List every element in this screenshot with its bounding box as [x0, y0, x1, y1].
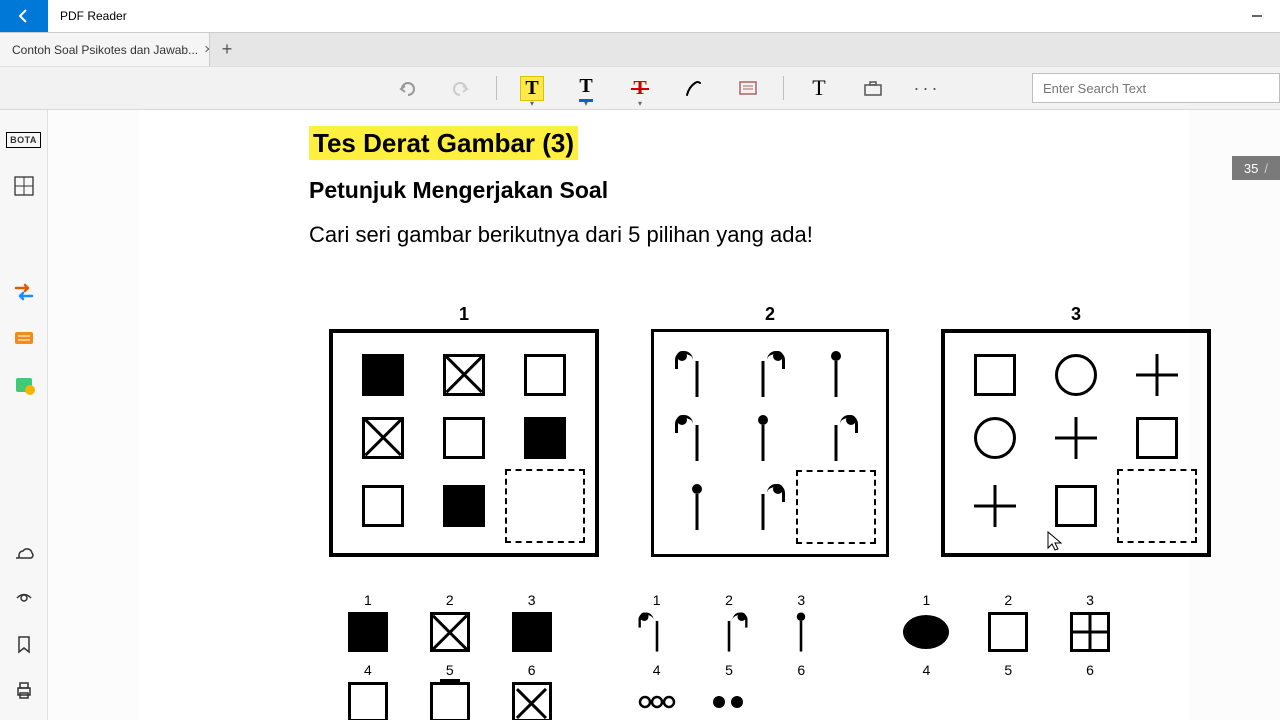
- search-input[interactable]: [1032, 73, 1280, 103]
- strikethrough-button[interactable]: T ▾: [617, 70, 663, 106]
- view-icon[interactable]: [8, 582, 40, 614]
- cloud-icon[interactable]: [8, 536, 40, 568]
- page-title: Tes Derat Gambar (3): [309, 126, 578, 160]
- ink-button[interactable]: [671, 70, 717, 106]
- toolbar-separator: [496, 76, 497, 100]
- undo-button[interactable]: [384, 70, 430, 106]
- tab-label: Contoh Soal Psikotes dan Jawab...: [12, 43, 198, 57]
- more-button[interactable]: ···: [904, 70, 950, 106]
- chevron-down-icon: ▾: [584, 99, 588, 108]
- puzzle-1: 1: [329, 304, 599, 557]
- bookmark-icon[interactable]: [8, 628, 40, 660]
- bota-button[interactable]: BOTA: [8, 124, 40, 156]
- document-viewport[interactable]: 35/ Tes Derat Gambar (3) Petunjuk Menger…: [48, 110, 1280, 720]
- back-button[interactable]: [0, 0, 48, 32]
- answers-2: 1 2 3 4 5 6: [623, 592, 836, 720]
- document-page: Tes Derat Gambar (3) Petunjuk Mengerjaka…: [139, 110, 1189, 720]
- page-indicator[interactable]: 35/: [1232, 156, 1280, 180]
- chevron-down-icon: ▾: [530, 99, 534, 108]
- puzzle-3: 3: [941, 304, 1211, 557]
- new-tab-button[interactable]: +: [210, 33, 244, 66]
- briefcase-button[interactable]: [850, 70, 896, 106]
- minimize-button[interactable]: [1234, 0, 1280, 32]
- redo-button[interactable]: [438, 70, 484, 106]
- underline-button[interactable]: T ▾: [563, 70, 609, 106]
- sidebar: BOTA: [0, 110, 48, 720]
- note-button[interactable]: [725, 70, 771, 106]
- grid-icon[interactable]: [8, 170, 40, 202]
- answers-1: 1 2 3 4 5 6: [329, 592, 571, 720]
- title-bar: PDF Reader: [0, 0, 1280, 32]
- page-subtitle: Petunjuk Mengerjakan Soal: [309, 177, 1129, 204]
- answers-3: 1 2 3 4 5 6: [887, 592, 1129, 720]
- print-icon[interactable]: [8, 674, 40, 706]
- toolbar-separator: [783, 76, 784, 100]
- puzzle-2: 2: [651, 304, 889, 557]
- text-button[interactable]: T: [796, 70, 842, 106]
- package-icon[interactable]: [8, 368, 40, 400]
- tab-strip: Contoh Soal Psikotes dan Jawab... × +: [0, 32, 1280, 66]
- close-tab-icon[interactable]: ×: [198, 41, 210, 58]
- app-title: PDF Reader: [60, 9, 127, 23]
- swap-icon[interactable]: [8, 276, 40, 308]
- ticket-icon[interactable]: [8, 322, 40, 354]
- tab-document[interactable]: Contoh Soal Psikotes dan Jawab... ×: [0, 33, 210, 66]
- toolbar: T ▾ T ▾ T ▾ T ···: [0, 66, 1280, 110]
- chevron-down-icon: ▾: [638, 99, 642, 108]
- instruction-text: Cari seri gambar berikutnya dari 5 pilih…: [309, 222, 1129, 248]
- highlight-button[interactable]: T ▾: [509, 70, 555, 106]
